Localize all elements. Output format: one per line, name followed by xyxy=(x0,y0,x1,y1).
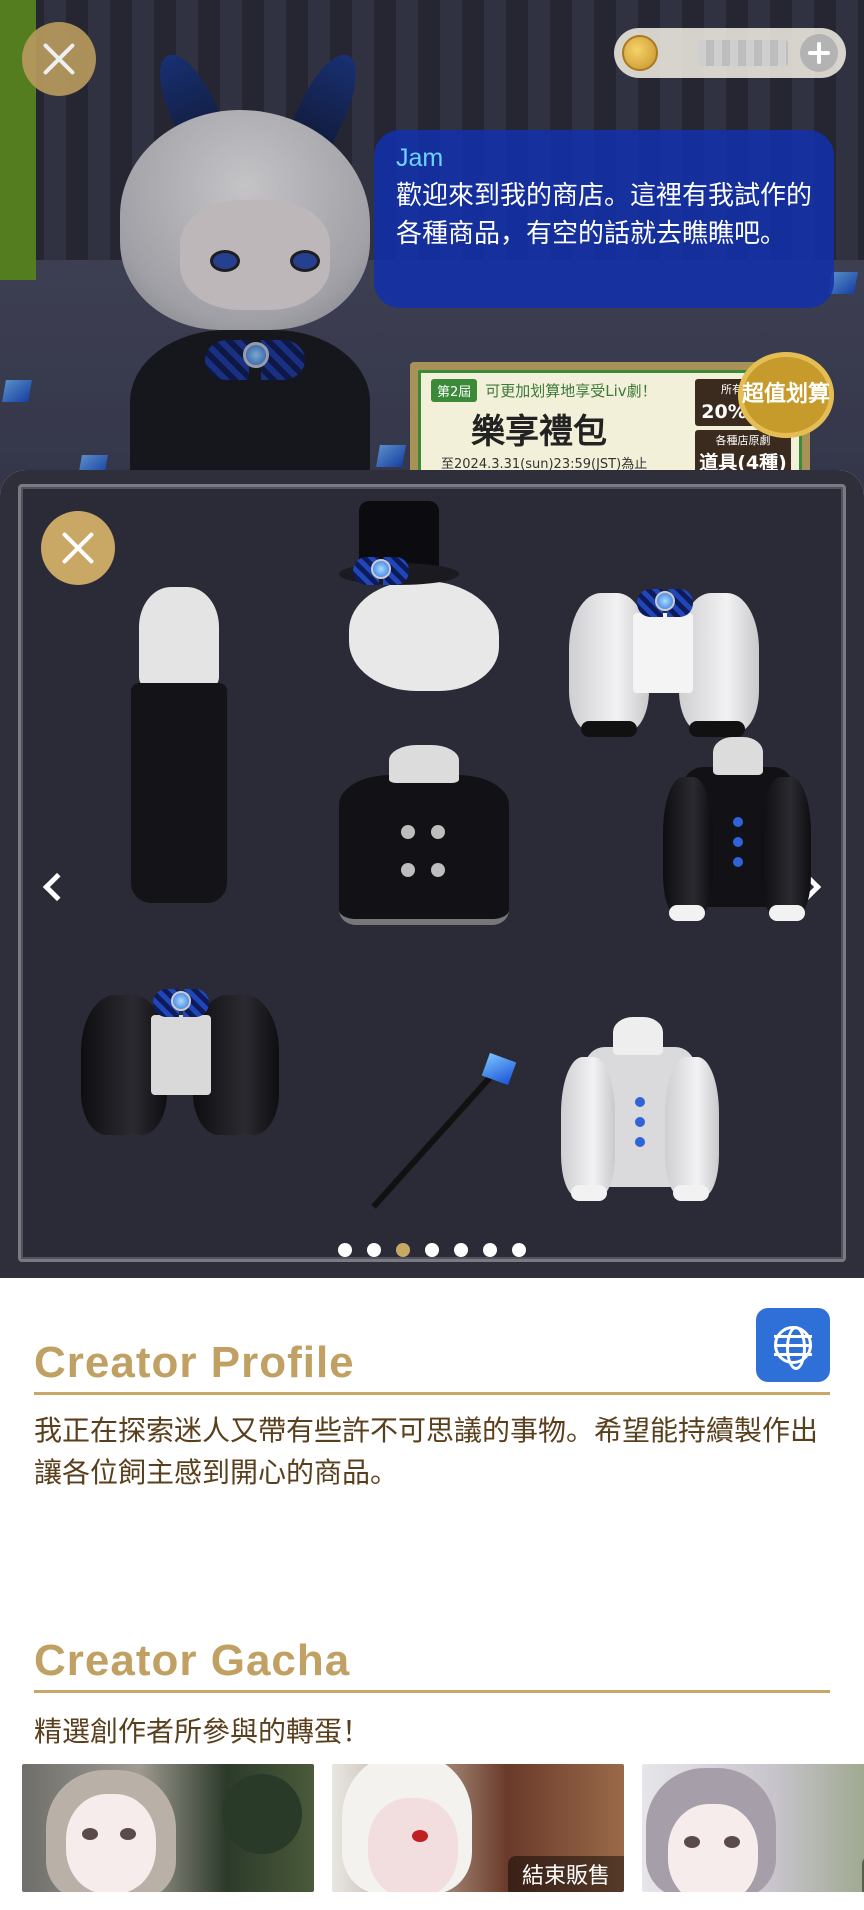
chevron-left-icon xyxy=(42,872,72,902)
promo-tag: 第2屆 xyxy=(431,379,478,402)
gacha-subtitle: 精選創作者所參與的轉蛋！ xyxy=(34,1715,371,1748)
page-dot[interactable] xyxy=(454,1243,468,1257)
page-dot-active[interactable] xyxy=(396,1243,410,1257)
coin-amount-redacted xyxy=(698,40,788,66)
pants-icon[interactable] xyxy=(109,587,249,907)
showcase-board xyxy=(18,484,846,1262)
close-icon xyxy=(40,40,78,78)
sold-out-label: 結束販售 xyxy=(507,1856,624,1892)
top-hat-icon[interactable] xyxy=(339,501,519,691)
white-shirt-icon[interactable] xyxy=(561,1017,721,1207)
close-panel-button[interactable] xyxy=(41,511,115,585)
promo-side-label: 各種店原劇 xyxy=(715,434,771,447)
page-dot[interactable] xyxy=(367,1243,381,1257)
black-sleeves-icon[interactable] xyxy=(81,975,281,1145)
gacha-card[interactable]: 結束 xyxy=(642,1764,864,1892)
speaker-name: Jam xyxy=(396,144,444,172)
scepter-icon[interactable] xyxy=(371,1052,531,1227)
creator-shop-panel: Creator Profile 我正在探索迷人又帶有些許不可思議的事物。希望能持… xyxy=(0,470,864,1910)
page-dot[interactable] xyxy=(512,1243,526,1257)
gacha-card[interactable] xyxy=(22,1764,314,1892)
game-scene: Jam 歡迎來到我的商店。這裡有我試作的各種商品，有空的話就去瞧瞧吧。 第2屆 … xyxy=(0,0,864,520)
page-dot[interactable] xyxy=(338,1243,352,1257)
item-showcase xyxy=(0,470,864,1278)
gacha-card[interactable]: 結束販售 xyxy=(332,1764,624,1892)
page-dot[interactable] xyxy=(425,1243,439,1257)
close-shop-button[interactable] xyxy=(22,22,96,96)
promo-subtitle: 可更加划算地享受Liv劇！ xyxy=(485,382,657,400)
speech-message: 歡迎來到我的商店。這裡有我試作的各種商品，有空的話就去瞧瞧吧。 xyxy=(396,181,813,249)
gacha-list: 結束販售 結束 xyxy=(22,1764,864,1894)
profile-text: 我正在探索迷人又帶有些許不可思議的事物。希望能持續製作出讓各位飼主感到開心的商品… xyxy=(34,1414,819,1489)
profile-title: Creator Profile xyxy=(34,1338,830,1395)
prev-page-button[interactable] xyxy=(33,857,73,917)
coin-icon xyxy=(622,35,658,71)
black-shirt-icon[interactable] xyxy=(663,737,813,927)
cape-icon[interactable] xyxy=(339,745,519,945)
white-sleeves-icon[interactable] xyxy=(569,573,759,743)
currency-bar[interactable] xyxy=(614,28,846,78)
page-dot[interactable] xyxy=(483,1243,497,1257)
gacha-title: Creator Gacha xyxy=(34,1636,830,1693)
deal-badge: 超值划算 xyxy=(738,352,834,438)
page-indicator xyxy=(21,1243,843,1257)
speech-bubble: Jam 歡迎來到我的商店。這裡有我試作的各種商品，有空的話就去瞧瞧吧。 xyxy=(374,130,834,308)
add-currency-button[interactable] xyxy=(800,34,838,72)
close-icon xyxy=(59,529,97,567)
